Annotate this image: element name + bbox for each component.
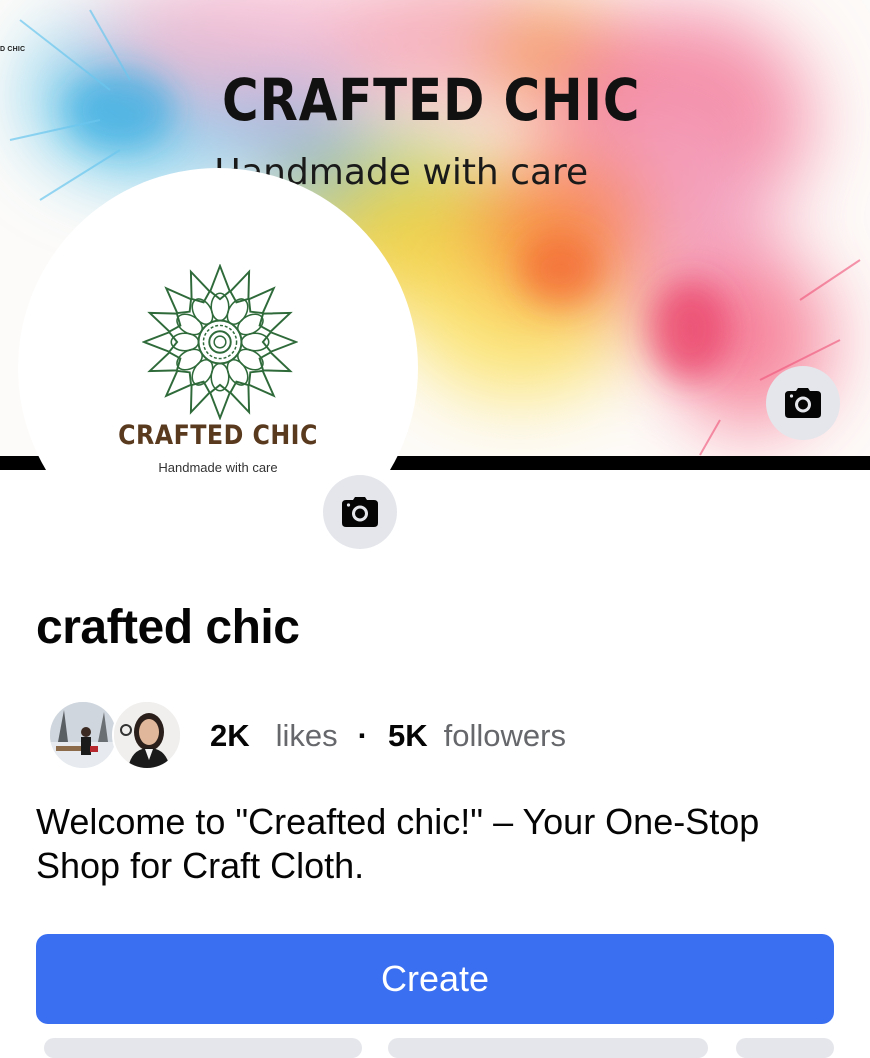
follower-avatar[interactable] — [112, 700, 182, 770]
logo-tagline: Handmade with care — [158, 460, 278, 475]
likes-count: 2K — [210, 718, 250, 753]
edit-profile-picture-button[interactable] — [323, 475, 397, 549]
mandala-logo-icon — [142, 264, 298, 420]
followers-count: 5K — [387, 718, 428, 753]
page-bio: Welcome to "Creafted chic!" – Your One-S… — [36, 801, 760, 886]
cover-corner-text: D CHIC — [0, 46, 26, 53]
page-title: crafted chic — [36, 601, 300, 654]
cover-title: CRAFTED CHIC — [222, 66, 641, 134]
camera-icon — [342, 497, 378, 527]
secondary-action-button[interactable] — [388, 1038, 708, 1058]
avatar-photo-icon — [114, 702, 180, 768]
likes-label[interactable]: likes — [276, 718, 338, 754]
secondary-actions-row — [36, 1038, 834, 1058]
more-options-button[interactable] — [736, 1038, 834, 1058]
social-proof-row[interactable]: 2K likes · 5K followers — [48, 700, 848, 772]
page-stats: 2K likes · 5K followers — [210, 718, 566, 754]
follower-avatar[interactable] — [48, 700, 118, 770]
camera-icon — [785, 388, 821, 418]
logo-brand-name: CRAFTED CHIC — [118, 420, 318, 451]
stats-separator: · — [357, 718, 368, 753]
followers-label[interactable]: followers — [444, 718, 566, 754]
secondary-action-button[interactable] — [44, 1038, 362, 1058]
create-button[interactable]: Create — [36, 934, 834, 1024]
avatar-photo-icon — [50, 702, 116, 768]
edit-cover-photo-button[interactable] — [766, 366, 840, 440]
